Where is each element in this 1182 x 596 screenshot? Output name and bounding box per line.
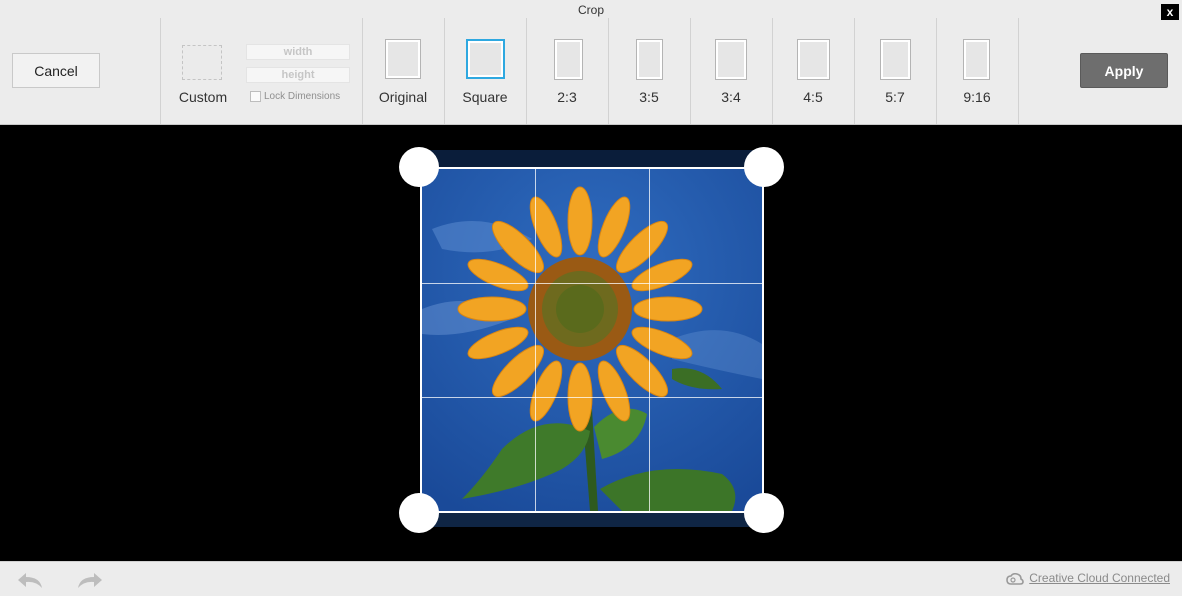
ratio-3-4-icon <box>716 40 746 79</box>
ratio-5-7-icon <box>881 40 910 79</box>
undo-button[interactable] <box>16 570 44 590</box>
width-input[interactable]: width <box>246 44 350 60</box>
ratio-3-4[interactable]: 3:4 <box>690 38 772 110</box>
grid-line-horizontal <box>422 283 762 284</box>
ratio-3-5-icon <box>637 40 662 79</box>
ratio-label: 3:5 <box>639 89 659 105</box>
lock-dimensions-label: Lock Dimensions <box>264 91 341 103</box>
creative-cloud-status[interactable]: Creative Cloud Connected <box>1006 571 1170 585</box>
sunflower-image <box>422 169 762 511</box>
custom-ratio-swatch[interactable] <box>182 45 222 80</box>
crop-handle-bottom-left[interactable] <box>399 493 439 533</box>
ratio-label: Original <box>378 89 428 105</box>
ratio-2-3[interactable]: 2:3 <box>526 38 608 110</box>
lock-dimensions-checkbox[interactable]: Lock Dimensions <box>250 91 340 102</box>
redo-arrow-icon <box>78 573 102 588</box>
apply-button[interactable]: Apply <box>1080 53 1168 88</box>
ratio-3-5[interactable]: 3:5 <box>608 38 690 110</box>
crop-handle-top-right[interactable] <box>744 147 784 187</box>
custom-ratio-label[interactable]: Custom <box>170 89 236 105</box>
crop-handle-bottom-right[interactable] <box>744 493 784 533</box>
ratio-label: 4:5 <box>803 89 823 105</box>
ratio-label: 2:3 <box>557 89 577 105</box>
height-input[interactable]: height <box>246 67 350 83</box>
crop-handle-top-left[interactable] <box>399 147 439 187</box>
redo-button[interactable] <box>76 570 104 590</box>
close-button[interactable]: x <box>1161 4 1179 20</box>
creative-cloud-status-label: Creative Cloud Connected <box>1029 571 1170 585</box>
grid-line-vertical <box>535 169 536 511</box>
checkbox-icon[interactable] <box>250 91 261 102</box>
ratio-9-16[interactable]: 9:16 <box>936 38 1018 110</box>
grid-line-vertical <box>649 169 650 511</box>
ratio-square[interactable]: Square <box>444 38 526 110</box>
crop-toolbar: Crop x Cancel Custom width height Lock D… <box>0 0 1182 125</box>
undo-arrow-icon <box>18 573 42 588</box>
ratio-2-3-icon <box>555 40 582 79</box>
cancel-button[interactable]: Cancel <box>12 53 100 88</box>
window-title: Crop <box>577 3 604 17</box>
grid-line-horizontal <box>422 397 762 398</box>
ratio-original[interactable]: Original <box>362 38 444 110</box>
toolbar-divider <box>160 18 161 124</box>
ratio-label: 9:16 <box>963 89 991 105</box>
creative-cloud-icon <box>1006 572 1025 585</box>
crop-selection[interactable] <box>420 167 764 513</box>
custom-crop-group: Custom width height Lock Dimensions <box>170 40 360 110</box>
ratio-label: 5:7 <box>885 89 905 105</box>
toolbar-divider <box>1018 18 1019 124</box>
ratio-original-icon <box>386 40 420 78</box>
ratio-4-5-icon <box>798 40 829 79</box>
ratio-label: Square <box>462 89 508 105</box>
ratio-9-16-icon <box>964 40 989 79</box>
ratio-label: 3:4 <box>721 89 741 105</box>
status-bar: Creative Cloud Connected <box>0 561 1182 596</box>
ratio-5-7[interactable]: 5:7 <box>854 38 936 110</box>
ratio-4-5[interactable]: 4:5 <box>772 38 854 110</box>
image-outside-crop-bottom <box>420 513 764 527</box>
ratio-square-icon <box>468 41 503 77</box>
